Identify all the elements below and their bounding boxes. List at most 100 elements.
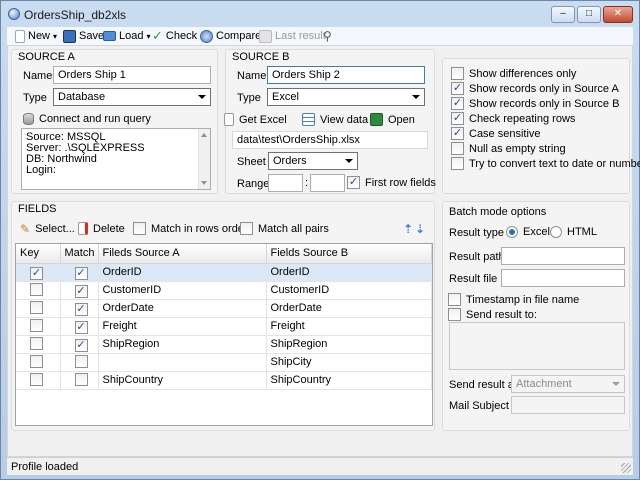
option-checkbox[interactable]: Null as empty string [451,142,566,155]
source-b-cell[interactable]: ShipCountry [266,371,432,390]
match-rows-order-checkbox[interactable]: Match in rows order [133,222,248,235]
key-checkbox[interactable] [30,283,43,296]
source-a-type-select[interactable]: Database [53,88,211,106]
checkbox[interactable] [451,142,464,155]
column-header-source-a[interactable]: Fileds Source A [98,244,267,264]
option-checkbox[interactable]: ✓ Case sensitive [451,127,541,140]
match-all-pairs-checkbox[interactable]: Match all pairs [240,222,329,235]
source-b-cell[interactable]: OrderDate [266,299,432,318]
table-row[interactable]: ✓ OrderDate OrderDate [16,299,432,318]
table-row[interactable]: ✓ CustomerID CustomerID [16,281,432,300]
column-header-source-b[interactable]: Fields Source B [266,244,432,264]
key-checkbox[interactable] [30,319,43,332]
table-row[interactable]: ✓ ✓ OrderID OrderID [16,263,432,282]
timestamp-checkbox[interactable]: Timestamp in file name [448,293,579,306]
close-button[interactable]: ✕ [603,6,633,23]
match-checkbox[interactable]: ✓ [74,302,88,316]
table-row[interactable]: ✓ ShipRegion ShipRegion [16,335,432,354]
checkbox[interactable] [448,293,461,306]
checkbox[interactable]: ✓ [451,97,464,110]
last-result-button[interactable]: Last result [259,28,326,44]
connect-run-query-button[interactable]: Connect and run query [23,113,151,125]
mail-subject-input[interactable] [511,396,625,414]
send-result-checkbox[interactable]: Send result to: [448,308,537,321]
source-a-cell[interactable]: ShipRegion [98,335,267,354]
source-b-name-input[interactable]: Orders Ship 2 [267,66,425,84]
result-type-html-radio[interactable]: HTML [550,226,597,238]
maximize-button[interactable]: □ [577,6,601,23]
option-checkbox[interactable]: Show differences only [451,67,576,80]
match-checkbox[interactable] [74,355,88,368]
resize-grip-icon[interactable] [621,463,631,473]
checkbox[interactable]: ✓ [451,127,464,140]
key-checkbox[interactable] [30,301,43,314]
match-checkbox[interactable]: ✓ [74,320,88,334]
new-button[interactable]: New ▾ [15,28,57,44]
source-b-cell[interactable]: CustomerID [266,281,432,300]
title-bar[interactable]: OrdersShip_db2xls ‒ □ ✕ [1,1,639,27]
source-a-name-input[interactable]: Orders Ship 1 [53,66,211,84]
checkbox[interactable] [133,222,146,235]
option-checkbox[interactable]: ✓ Check repeating rows [451,112,575,125]
pin-button[interactable]: ⚲ [323,28,332,44]
send-result-recipients[interactable] [449,322,625,370]
minimize-button[interactable]: ‒ [551,6,575,23]
source-a-cell[interactable]: CustomerID [98,281,267,300]
checkbox[interactable]: ✓ [347,176,360,189]
source-b-type-select[interactable]: Excel [267,88,425,106]
get-excel-button[interactable]: Get Excel [224,113,287,126]
match-checkbox[interactable]: ✓ [74,284,88,298]
checkbox[interactable] [448,308,461,321]
result-file-input[interactable] [501,269,625,287]
checkbox[interactable] [240,222,253,235]
source-b-cell[interactable]: ShipCity [266,353,432,372]
source-a-cell[interactable]: OrderID [98,263,267,282]
sheet-select[interactable]: Orders [268,152,358,170]
vertical-scrollbar[interactable] [198,129,210,189]
save-button[interactable]: Save [63,28,104,44]
source-a-cell[interactable]: OrderDate [98,299,267,318]
connection-info-text[interactable]: Source: MSSQL Server: .\SQLEXPRESS DB: N… [21,128,211,190]
match-checkbox[interactable] [74,373,88,386]
checkbox[interactable] [451,157,464,170]
key-checkbox[interactable]: ✓ [30,266,43,280]
column-header-key[interactable]: Key [16,244,61,264]
radio-button[interactable] [506,226,518,238]
range-end-input[interactable] [310,174,345,192]
checkbox[interactable] [451,67,464,80]
source-b-cell[interactable]: OrderID [266,263,432,282]
match-checkbox[interactable]: ✓ [74,338,88,352]
source-a-cell[interactable]: ShipCountry [98,371,267,390]
check-button[interactable]: ✓ Check [152,28,197,44]
radio-button[interactable] [550,226,562,238]
table-row[interactable]: ShipCity [16,353,432,372]
select-fields-button[interactable]: ✎ Select... [20,222,75,236]
checkbox[interactable]: ✓ [451,112,464,125]
move-up-icon[interactable]: ⇡ [403,222,413,236]
source-b-cell[interactable]: ShipRegion [266,335,432,354]
key-checkbox[interactable] [30,373,43,386]
excel-path-field[interactable]: data\test\OrdersShip.xlsx [232,131,428,149]
checkbox[interactable]: ✓ [451,82,464,95]
range-start-input[interactable] [268,174,303,192]
result-type-excel-radio[interactable]: Excel [506,226,550,238]
view-data-button[interactable]: View data [302,113,368,126]
source-a-cell[interactable] [98,353,267,372]
key-checkbox[interactable] [30,337,43,350]
match-checkbox[interactable]: ✓ [74,266,88,280]
option-checkbox[interactable]: ✓ Show records only in Source B [451,97,619,110]
option-checkbox[interactable]: ✓ Show records only in Source A [451,82,619,95]
send-as-select[interactable]: Attachment [511,375,625,393]
move-down-icon[interactable]: ⇣ [415,222,425,236]
option-checkbox[interactable]: Try to convert text to date or number [451,157,640,170]
source-a-cell[interactable]: Freight [98,317,267,336]
table-row[interactable]: ShipCountry ShipCountry [16,371,432,390]
open-button[interactable]: Open [370,113,415,126]
delete-button[interactable]: Delete [78,222,125,235]
first-row-fields-checkbox[interactable]: ✓ First row fields [347,176,436,189]
table-row[interactable]: ✓ Freight Freight [16,317,432,336]
source-b-cell[interactable]: Freight [266,317,432,336]
compare-button[interactable]: Compare [200,28,261,44]
result-path-input[interactable] [501,247,625,265]
load-button[interactable]: Load ▾ [103,28,151,44]
